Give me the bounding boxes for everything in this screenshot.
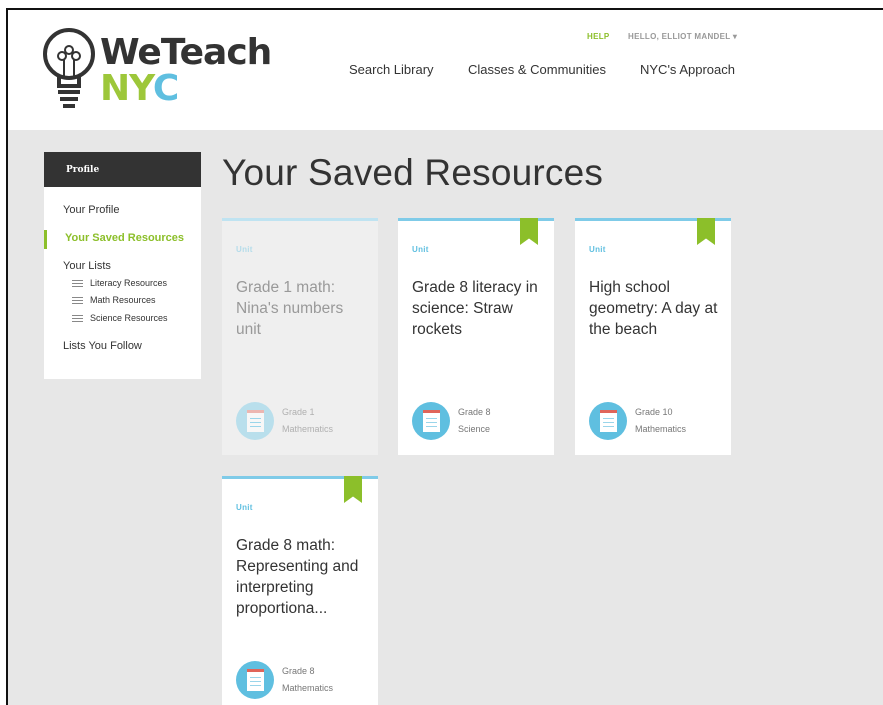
active-indicator bbox=[44, 230, 47, 249]
user-menu[interactable]: HELLO, ELLIOT MANDEL ▾ bbox=[628, 32, 737, 41]
list-icon bbox=[72, 296, 83, 304]
list-icon bbox=[72, 279, 83, 287]
resource-card[interactable]: Unit Grade 8 literacy in science: Straw … bbox=[398, 218, 554, 455]
resource-subject: Mathematics bbox=[282, 683, 334, 693]
resource-title[interactable]: Grade 8 math: Representing and interpret… bbox=[236, 535, 372, 619]
browser-frame: WeTeach NYC HELP HELLO, ELLIOT MANDEL ▾ … bbox=[6, 8, 883, 705]
site-header: WeTeach NYC HELP HELLO, ELLIOT MANDEL ▾ … bbox=[8, 10, 883, 130]
resource-meta: Grade 8 Science bbox=[458, 404, 491, 438]
resource-title[interactable]: Grade 8 literacy in science: Straw rocke… bbox=[412, 277, 548, 340]
resource-doc-icon bbox=[589, 402, 627, 440]
bookmark-icon[interactable] bbox=[520, 218, 538, 245]
resource-title[interactable]: High school geometry: A day at the beach bbox=[589, 277, 725, 340]
lightbulb-logo-icon bbox=[43, 28, 95, 108]
bookmark-icon[interactable] bbox=[344, 476, 362, 503]
nav-search-library[interactable]: Search Library bbox=[349, 62, 434, 77]
sidebar-list-label: Science Resources bbox=[90, 313, 168, 323]
sidebar-item-your-lists[interactable]: Your Lists bbox=[63, 260, 111, 272]
resource-subject: Mathematics bbox=[282, 424, 334, 434]
nav-classes-communities[interactable]: Classes & Communities bbox=[468, 62, 606, 77]
resource-doc-icon bbox=[236, 661, 274, 699]
sidebar-list-science[interactable]: Science Resources bbox=[72, 313, 168, 323]
resource-meta: Grade 10 Mathematics bbox=[635, 404, 686, 438]
sidebar-list-label: Literacy Resources bbox=[90, 278, 168, 288]
sidebar-item-your-profile[interactable]: Your Profile bbox=[63, 204, 119, 216]
resource-meta: Grade 8 Mathematics bbox=[282, 663, 333, 697]
sidebar-item-saved-resources[interactable]: Your Saved Resources bbox=[65, 232, 184, 244]
resource-doc-icon bbox=[236, 402, 274, 440]
sidebar-list-label: Math Resources bbox=[90, 295, 156, 305]
resource-subject: Science bbox=[458, 424, 491, 434]
resource-meta: Grade 1 Mathematics bbox=[282, 404, 333, 438]
help-link[interactable]: HELP bbox=[587, 32, 610, 41]
bookmark-icon[interactable] bbox=[697, 218, 715, 245]
resource-grade: Grade 8 bbox=[282, 666, 315, 676]
resource-card[interactable]: Unit Grade 8 math: Representing and inte… bbox=[222, 476, 378, 705]
resource-type: Unit bbox=[236, 245, 253, 254]
page-title: Your Saved Resources bbox=[222, 152, 604, 193]
nav-nyc-approach[interactable]: NYC's Approach bbox=[640, 62, 735, 77]
resource-grade: Grade 1 bbox=[282, 407, 315, 417]
sidebar-heading: Profile bbox=[44, 152, 201, 187]
logo-wordmark-top: WeTeach bbox=[100, 32, 272, 73]
resource-subject: Mathematics bbox=[635, 424, 687, 434]
resource-card[interactable]: Unit High school geometry: A day at the … bbox=[575, 218, 731, 455]
resource-card[interactable]: Unit Grade 1 math: Nina's numbers unit G… bbox=[222, 218, 378, 455]
site-logo[interactable]: WeTeach NYC bbox=[42, 24, 272, 110]
resource-grade: Grade 8 bbox=[458, 407, 491, 417]
logo-wordmark-bottom: NYC bbox=[100, 68, 179, 109]
resource-type: Unit bbox=[589, 245, 606, 254]
list-icon bbox=[72, 314, 83, 322]
main-content: Profile Your Profile Your Saved Resource… bbox=[8, 130, 883, 705]
resource-grade: Grade 10 bbox=[635, 407, 673, 417]
resource-type: Unit bbox=[236, 503, 253, 512]
sidebar-list-literacy[interactable]: Literacy Resources bbox=[72, 278, 167, 288]
sidebar-list-math[interactable]: Math Resources bbox=[72, 295, 156, 305]
profile-sidebar: Profile Your Profile Your Saved Resource… bbox=[44, 152, 201, 379]
resource-doc-icon bbox=[412, 402, 450, 440]
resource-type: Unit bbox=[412, 245, 429, 254]
sidebar-item-lists-you-follow[interactable]: Lists You Follow bbox=[63, 340, 142, 352]
resource-title[interactable]: Grade 1 math: Nina's numbers unit bbox=[236, 277, 372, 340]
